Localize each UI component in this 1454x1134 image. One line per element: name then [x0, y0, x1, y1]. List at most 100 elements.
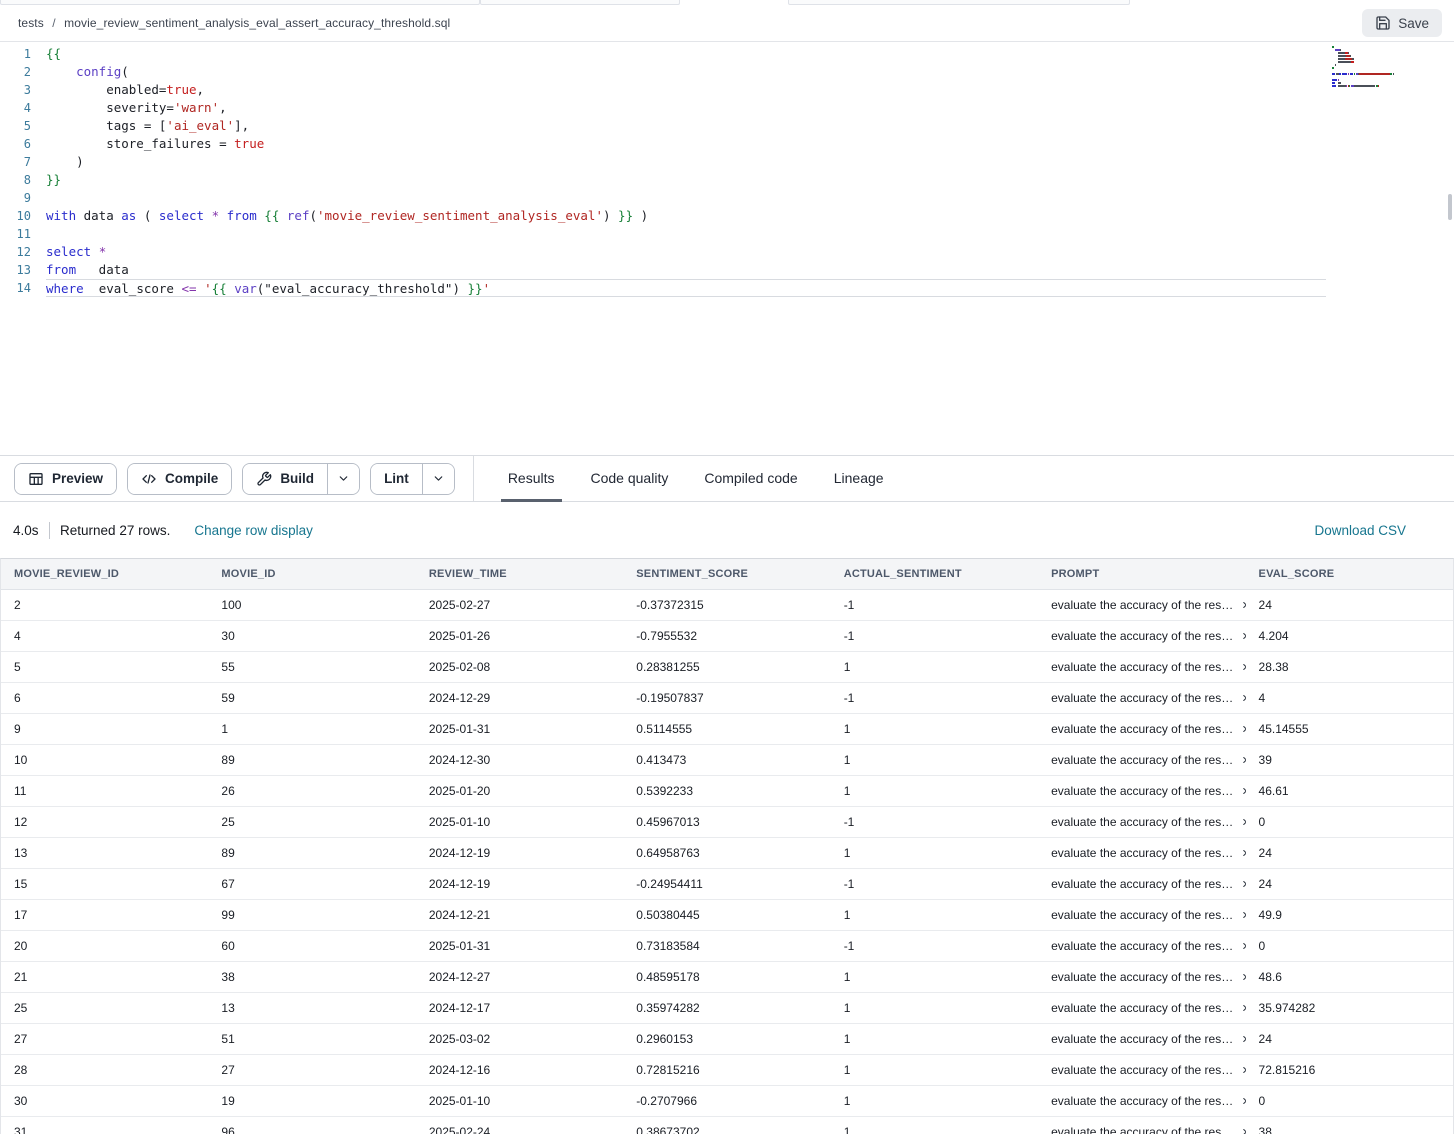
- tab-code-quality[interactable]: Code quality: [584, 457, 676, 502]
- cell: 67: [208, 868, 415, 899]
- table-row[interactable]: 12252025-01-100.45967013-1evaluate the a…: [1, 806, 1453, 837]
- code-text: config(: [46, 63, 129, 81]
- chevron-right-icon[interactable]: [1240, 662, 1245, 672]
- breadcrumb: tests / movie_review_sentiment_analysis_…: [18, 16, 450, 30]
- line-number: 9: [0, 189, 46, 207]
- cell: 0.72815216: [623, 1054, 830, 1085]
- chevron-right-icon[interactable]: [1240, 1127, 1245, 1134]
- file-tab-strip[interactable]: [0, 0, 1454, 5]
- cell: 2025-03-02: [416, 1023, 623, 1054]
- code-line-1[interactable]: 1{{: [0, 45, 1454, 63]
- code-line-3[interactable]: 3 enabled=true,: [0, 81, 1454, 99]
- line-number: 10: [0, 207, 46, 225]
- chevron-right-icon[interactable]: [1240, 941, 1245, 951]
- tab-lineage[interactable]: Lineage: [827, 457, 891, 502]
- build-dropdown-button[interactable]: [327, 464, 359, 494]
- status-bar: 4.0s Returned 27 rows. Change row displa…: [0, 502, 1454, 558]
- tab-compiled-code[interactable]: Compiled code: [697, 457, 804, 502]
- table-row[interactable]: 28272024-12-160.728152161evaluate the ac…: [1, 1054, 1453, 1085]
- toolbar-buttons: Preview Compile Build Lint: [0, 456, 469, 501]
- cell: -1: [831, 806, 1038, 837]
- chevron-right-icon[interactable]: [1240, 848, 1245, 858]
- code-line-9[interactable]: 9: [0, 189, 1454, 207]
- code-line-11[interactable]: 11: [0, 225, 1454, 243]
- code-line-10[interactable]: 10with data as ( select * from {{ ref('m…: [0, 207, 1454, 225]
- chevron-right-icon[interactable]: [1240, 817, 1245, 827]
- cell: -1: [831, 682, 1038, 713]
- table-row[interactable]: 27512025-03-020.29601531evaluate the acc…: [1, 1023, 1453, 1054]
- compile-button[interactable]: Compile: [128, 464, 231, 494]
- table-row[interactable]: 25132024-12-170.359742821evaluate the ac…: [1, 992, 1453, 1023]
- chevron-right-icon[interactable]: [1240, 786, 1245, 796]
- code-text: }}: [46, 171, 61, 189]
- chevron-right-icon[interactable]: [1240, 755, 1245, 765]
- code-text: {{: [46, 45, 61, 63]
- line-number: 1: [0, 45, 46, 63]
- code-lines[interactable]: 1{{2 config(3 enabled=true,4 severity='w…: [0, 42, 1454, 297]
- chevron-right-icon[interactable]: [1240, 1065, 1245, 1075]
- code-icon: [141, 471, 157, 487]
- table-row[interactable]: 31962025-02-240.386737021evaluate the ac…: [1, 1116, 1453, 1134]
- cell: 28.38: [1246, 651, 1453, 682]
- result-tabs: Results Code quality Compiled code Lineage: [490, 456, 902, 501]
- tab-results[interactable]: Results: [501, 457, 562, 502]
- table-row[interactable]: 20602025-01-310.73183584-1evaluate the a…: [1, 930, 1453, 961]
- code-line-6[interactable]: 6 store_failures = true: [0, 135, 1454, 153]
- chevron-right-icon[interactable]: [1240, 1003, 1245, 1013]
- prompt-cell: evaluate the accuracy of the res…: [1038, 1116, 1245, 1134]
- table-row[interactable]: 15672024-12-19-0.24954411-1evaluate the …: [1, 868, 1453, 899]
- cell: -0.2707966: [623, 1085, 830, 1116]
- chevron-right-icon[interactable]: [1240, 1096, 1245, 1106]
- code-text: with data as ( select * from {{ ref('mov…: [46, 207, 648, 225]
- chevron-right-icon[interactable]: [1240, 600, 1245, 610]
- build-button[interactable]: Build: [243, 464, 327, 494]
- table-row[interactable]: 10892024-12-300.4134731evaluate the accu…: [1, 744, 1453, 775]
- code-line-4[interactable]: 4 severity='warn',: [0, 99, 1454, 117]
- table-row[interactable]: 5552025-02-080.283812551evaluate the acc…: [1, 651, 1453, 682]
- chevron-right-icon[interactable]: [1240, 1034, 1245, 1044]
- table-row[interactable]: 6592024-12-29-0.19507837-1evaluate the a…: [1, 682, 1453, 713]
- code-line-8[interactable]: 8}}: [0, 171, 1454, 189]
- code-line-12[interactable]: 12select *: [0, 243, 1454, 261]
- build-button-group: Build: [242, 463, 360, 495]
- code-line-7[interactable]: 7 ): [0, 153, 1454, 171]
- table-row[interactable]: 11262025-01-200.53922331evaluate the acc…: [1, 775, 1453, 806]
- code-editor[interactable]: 1{{2 config(3 enabled=true,4 severity='w…: [0, 42, 1454, 455]
- editor-scrollbar[interactable]: [1446, 42, 1454, 455]
- change-row-display-link[interactable]: Change row display: [194, 523, 313, 538]
- table-row[interactable]: 21382024-12-270.485951781evaluate the ac…: [1, 961, 1453, 992]
- chevron-right-icon[interactable]: [1240, 693, 1245, 703]
- cell: 35.974282: [1246, 992, 1453, 1023]
- code-line-14[interactable]: 14where eval_score <= '{{ var("eval_accu…: [0, 279, 1454, 297]
- table-row[interactable]: 4302025-01-26-0.7955532-1evaluate the ac…: [1, 620, 1453, 651]
- table-row[interactable]: 912025-01-310.51145551evaluate the accur…: [1, 713, 1453, 744]
- chevron-right-icon[interactable]: [1240, 724, 1245, 734]
- save-button[interactable]: Save: [1362, 9, 1442, 37]
- file-tab[interactable]: [788, 0, 1130, 5]
- table-row[interactable]: 21002025-02-27-0.37372315-1evaluate the …: [1, 589, 1453, 620]
- cell: 2024-12-19: [416, 868, 623, 899]
- scrollbar-thumb[interactable]: [1448, 194, 1452, 220]
- file-tab[interactable]: [0, 0, 480, 5]
- table-row[interactable]: 13892024-12-190.649587631evaluate the ac…: [1, 837, 1453, 868]
- cell: 1: [831, 961, 1038, 992]
- minimap[interactable]: [1332, 46, 1444, 88]
- chevron-right-icon[interactable]: [1240, 972, 1245, 982]
- table-row[interactable]: 17992024-12-210.503804451evaluate the ac…: [1, 899, 1453, 930]
- cell: 27: [208, 1054, 415, 1085]
- cell: 24: [1246, 868, 1453, 899]
- lint-dropdown-button[interactable]: [422, 464, 454, 494]
- code-line-5[interactable]: 5 tags = ['ai_eval'],: [0, 117, 1454, 135]
- cell: 2024-12-29: [416, 682, 623, 713]
- chevron-right-icon[interactable]: [1240, 910, 1245, 920]
- lint-button[interactable]: Lint: [371, 464, 422, 494]
- code-line-2[interactable]: 2 config(: [0, 63, 1454, 81]
- code-line-13[interactable]: 13from data: [0, 261, 1454, 279]
- download-csv-link[interactable]: Download CSV: [1314, 523, 1406, 538]
- chevron-right-icon[interactable]: [1240, 631, 1245, 641]
- chevron-right-icon[interactable]: [1240, 879, 1245, 889]
- cell: 10: [1, 744, 208, 775]
- table-row[interactable]: 30192025-01-10-0.27079661evaluate the ac…: [1, 1085, 1453, 1116]
- preview-button[interactable]: Preview: [15, 464, 116, 494]
- file-tab[interactable]: [480, 0, 680, 5]
